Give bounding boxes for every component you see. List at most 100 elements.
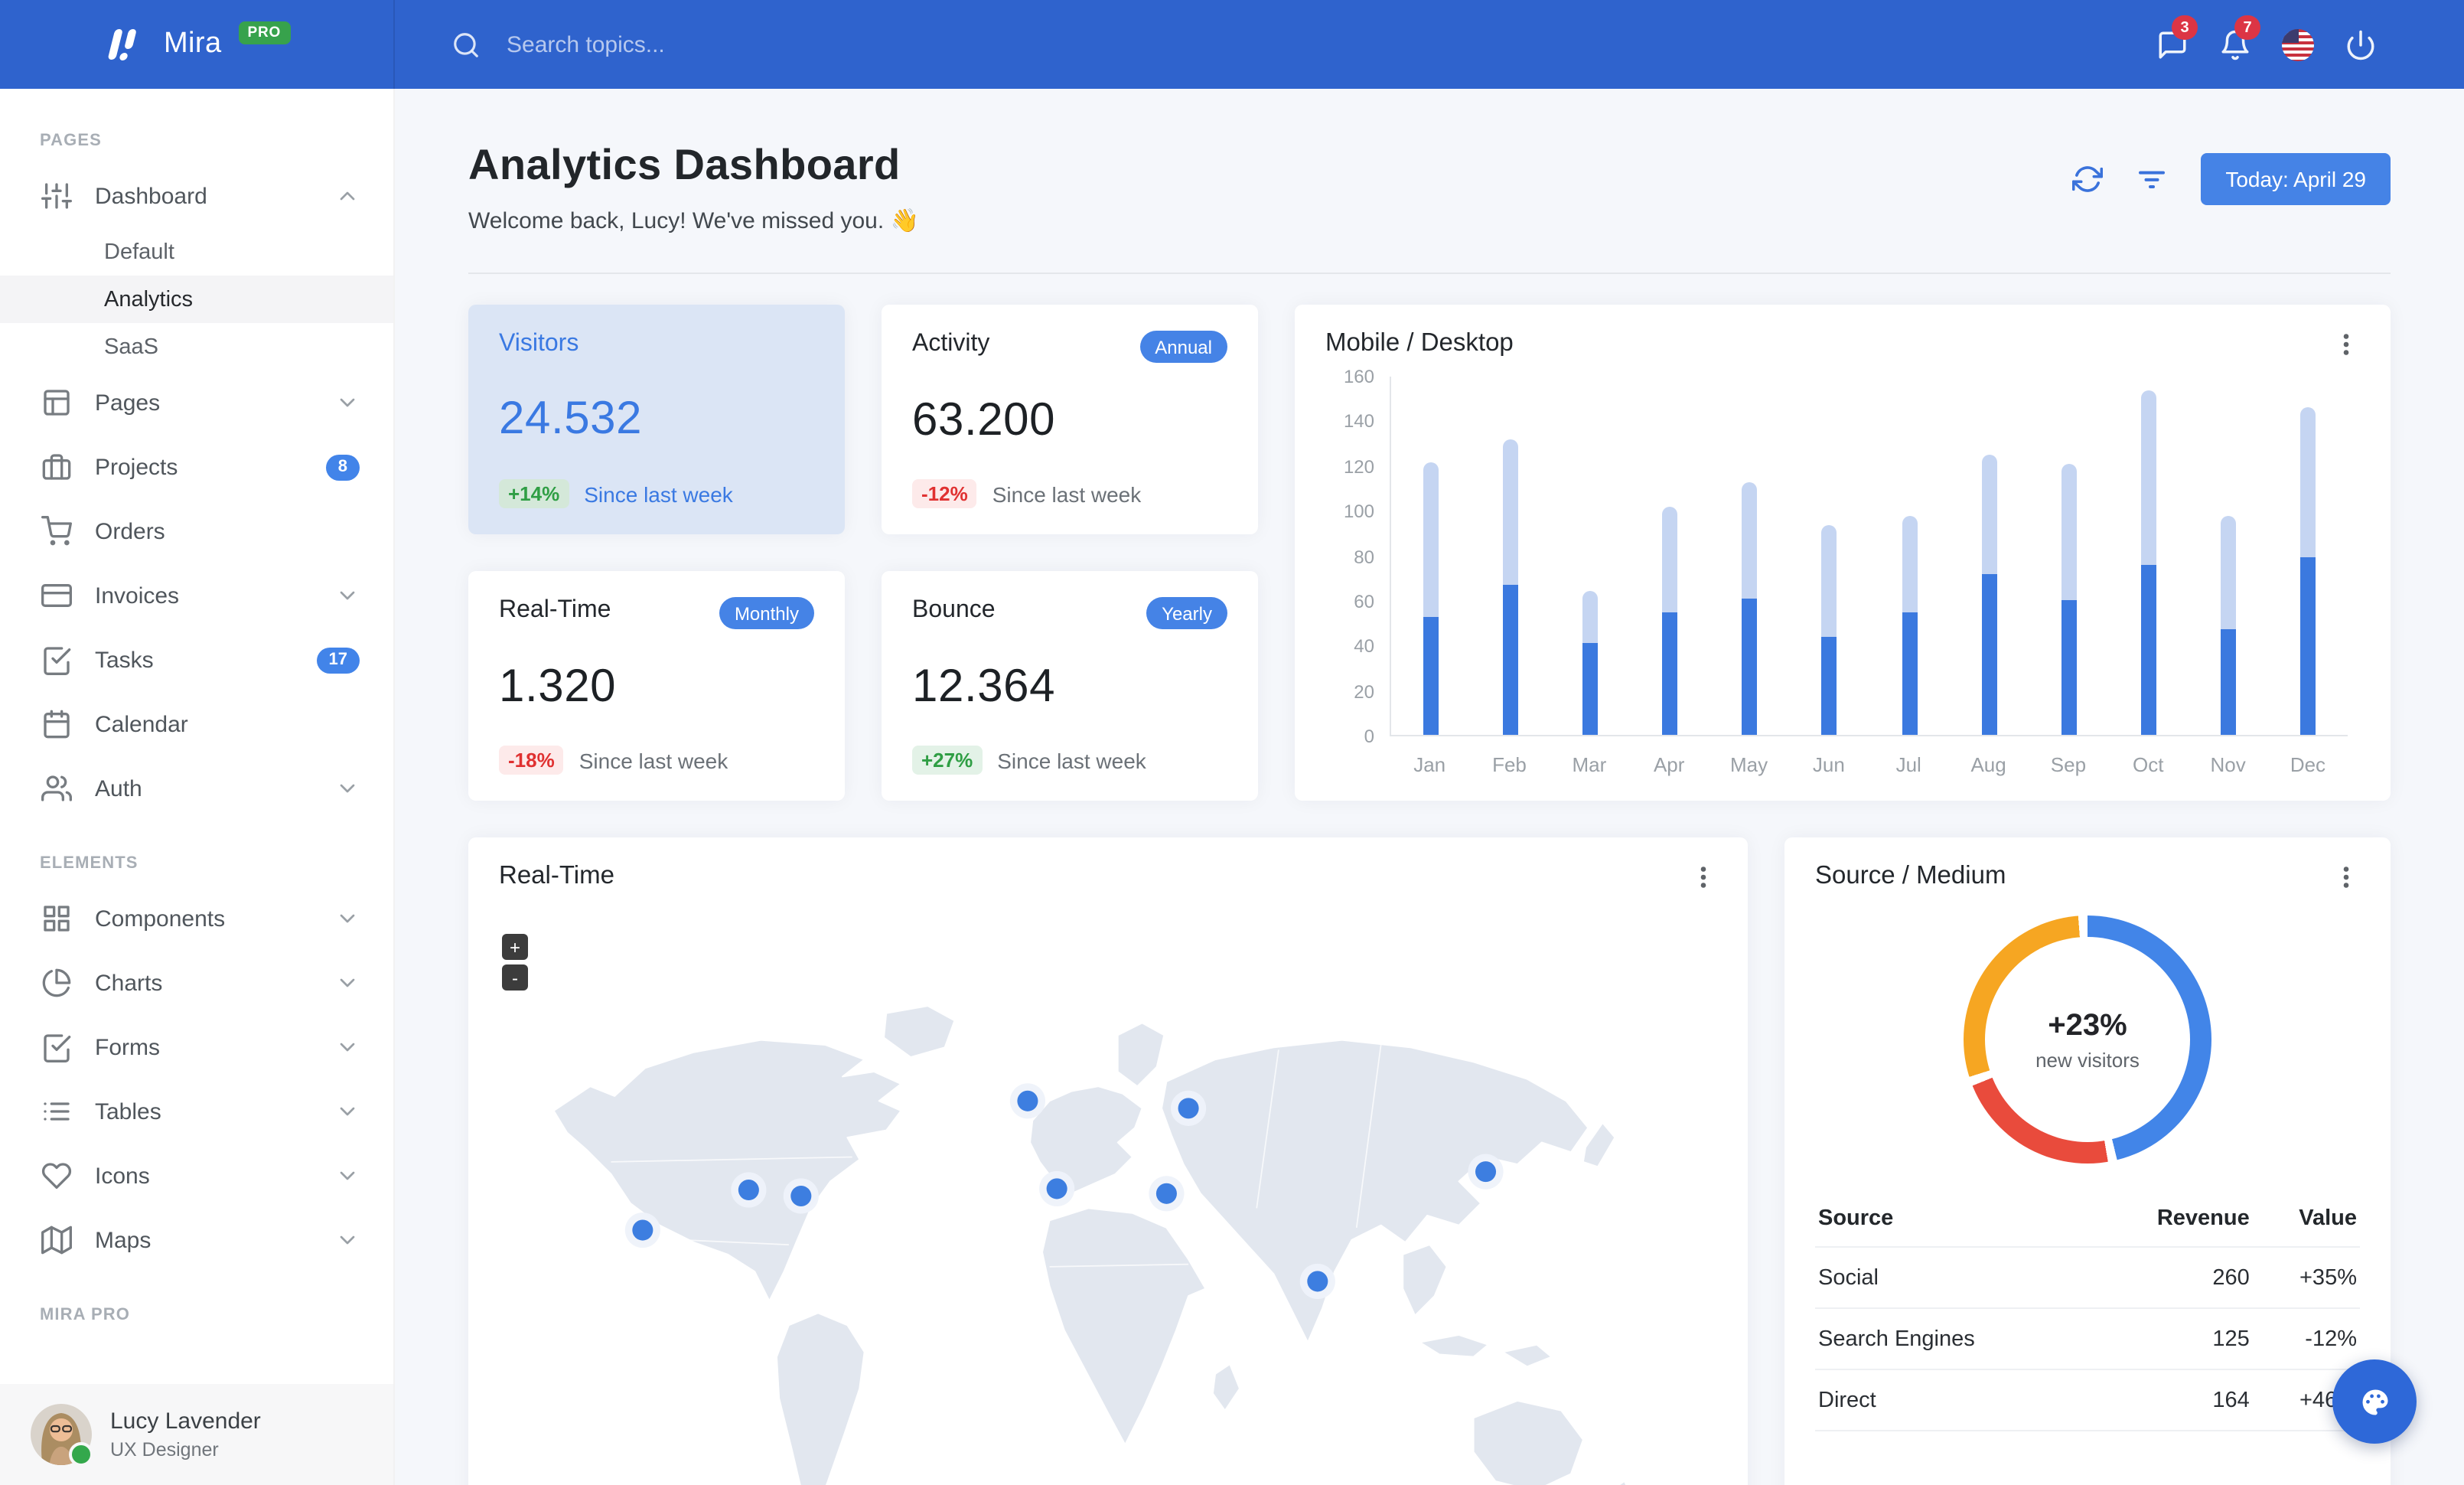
cell-source: Direct	[1815, 1369, 2088, 1431]
sidebar-item-icons[interactable]: Icons	[0, 1144, 393, 1208]
us-flag-icon	[2281, 28, 2313, 60]
x-tick-label: Nov	[2210, 753, 2246, 776]
sidebar-item-tasks[interactable]: Tasks 17	[0, 628, 393, 692]
more-vertical-icon	[2343, 866, 2349, 887]
shopping-cart-icon	[41, 516, 72, 547]
desktop-segment	[1742, 481, 1758, 599]
sidebar-item-maps[interactable]: Maps	[0, 1208, 393, 1272]
chart-card-title: Mobile / Desktop	[1325, 329, 1514, 357]
sidebar-item-invoices[interactable]: Invoices	[0, 563, 393, 628]
filter-icon	[2139, 171, 2166, 188]
mobile-segment	[1742, 598, 1758, 735]
sidebar-item-calendar[interactable]: Calendar	[0, 692, 393, 756]
briefcase-icon	[41, 452, 72, 482]
grid-icon	[41, 903, 72, 934]
world-map: + -	[499, 897, 1717, 1485]
page-title: Analytics Dashboard	[468, 141, 901, 188]
stat-value: 63.200	[912, 395, 1056, 445]
desktop-segment	[1423, 462, 1439, 616]
search-icon	[447, 26, 484, 63]
theme-settings-fab[interactable]	[2332, 1359, 2417, 1444]
topbar-actions: 3 7	[2153, 15, 2464, 63]
sidebar-item-charts[interactable]: Charts	[0, 951, 393, 1015]
stat-card-visitors: Visitors 24.532 +14% Since last week	[468, 305, 845, 534]
stat-delta-badge: +14%	[499, 479, 569, 508]
x-tick-label: Dec	[2290, 753, 2326, 776]
sidebar: PAGES Dashboard Default Analytics SaaS Pages P…	[0, 89, 395, 1485]
chart-menu-button[interactable]	[2332, 330, 2360, 357]
brand[interactable]: Mira PRO	[0, 0, 395, 89]
desktop-segment	[2140, 390, 2156, 565]
messages-button[interactable]: 3	[2153, 15, 2198, 63]
stat-card-activity: Activity Annual 63.200 -12% Since last week	[882, 305, 1258, 534]
sidebar-item-tables[interactable]: Tables	[0, 1079, 393, 1144]
sidebar-item-label: Calendar	[95, 711, 188, 737]
bar-jul	[1869, 377, 1949, 735]
sidebar-item-pages[interactable]: Pages	[0, 370, 393, 435]
bar-mar	[1550, 377, 1630, 735]
y-tick-label: 0	[1364, 726, 1374, 747]
cell-revenue: 125	[2088, 1308, 2253, 1370]
search-input[interactable]	[504, 30, 969, 59]
notifications-button[interactable]: 7	[2216, 15, 2260, 63]
chevron-down-icon	[335, 1035, 360, 1059]
sidebar-item-auth[interactable]: Auth	[0, 756, 393, 821]
chevron-down-icon	[335, 390, 360, 415]
layout-icon	[41, 387, 72, 418]
source-medium-card: Source / Medium +23% new visitors Source…	[1784, 837, 2391, 1485]
sidebar-item-dashboard[interactable]: Dashboard	[0, 164, 393, 228]
x-tick-label: Apr	[1653, 753, 1685, 776]
bar-apr	[1630, 377, 1709, 735]
table-row-social: Social 260 +35%	[1815, 1247, 2360, 1309]
mobile-desktop-chart-card: Mobile / Desktop 0 20 40 60 80 100 120 140 160 J…	[1295, 305, 2391, 801]
refresh-button[interactable]	[2072, 164, 2104, 194]
online-status-dot	[69, 1442, 93, 1467]
stat-delta-badge: +27%	[912, 746, 983, 775]
logout-button[interactable]	[2342, 26, 2378, 63]
mobile-segment	[1902, 612, 1917, 735]
chevron-down-icon	[335, 1228, 360, 1252]
map-icon	[41, 1225, 72, 1255]
date-range-button[interactable]: Today: April 29	[2201, 153, 2391, 205]
sidebar-item-label: Forms	[95, 1034, 160, 1060]
x-tick-label: Jun	[1812, 753, 1845, 776]
stat-note: Since last week	[584, 481, 733, 506]
sidebar-item-components[interactable]: Components	[0, 886, 393, 951]
zoom-out-button[interactable]: -	[502, 964, 528, 991]
zoom-in-button[interactable]: +	[502, 934, 528, 960]
sidebar-subitem-saas[interactable]: SaaS	[0, 323, 393, 370]
chevron-down-icon	[335, 971, 360, 995]
stat-value: 1.320	[499, 661, 617, 712]
map-card-title: Real-Time	[499, 862, 614, 889]
sidebar-subitem-analytics[interactable]: Analytics	[0, 276, 393, 323]
sidebar-item-label: Auth	[95, 775, 142, 801]
desktop-segment	[2299, 407, 2316, 558]
cell-revenue: 260	[2088, 1247, 2253, 1309]
sidebar-item-label: Maps	[95, 1227, 152, 1253]
sidebar-item-label: Projects	[95, 454, 178, 480]
sidebar-item-projects[interactable]: Projects 8	[0, 435, 393, 499]
topbar: Mira PRO 3 7	[0, 0, 2464, 89]
map-marker	[1017, 1090, 1038, 1111]
sidebar-subitem-default[interactable]: Default	[0, 228, 393, 276]
chevron-up-icon	[335, 184, 360, 208]
mobile-segment	[2299, 557, 2316, 735]
cell-value: -12%	[2252, 1308, 2360, 1370]
notifications-count-badge: 7	[2234, 15, 2260, 40]
stat-period-badge: Annual	[1139, 331, 1227, 363]
y-tick-label: 100	[1343, 501, 1374, 523]
sidebar-item-orders[interactable]: Orders	[0, 499, 393, 563]
language-button[interactable]	[2279, 26, 2316, 63]
source-menu-button[interactable]	[2332, 863, 2360, 890]
pro-badge: PRO	[238, 21, 291, 44]
filter-button[interactable]	[2136, 164, 2167, 194]
world-map-svg	[552, 1005, 1628, 1485]
map-menu-button[interactable]	[1690, 863, 1717, 890]
user-role: UX Designer	[110, 1439, 219, 1461]
palette-icon	[2361, 1389, 2387, 1415]
more-vertical-icon	[2343, 333, 2349, 354]
sidebar-section-label-pages: PAGES	[40, 132, 102, 150]
sidebar-user-card[interactable]: Lucy Lavender UX Designer	[0, 1384, 393, 1485]
bar-jan	[1391, 377, 1471, 735]
sidebar-item-forms[interactable]: Forms	[0, 1015, 393, 1079]
